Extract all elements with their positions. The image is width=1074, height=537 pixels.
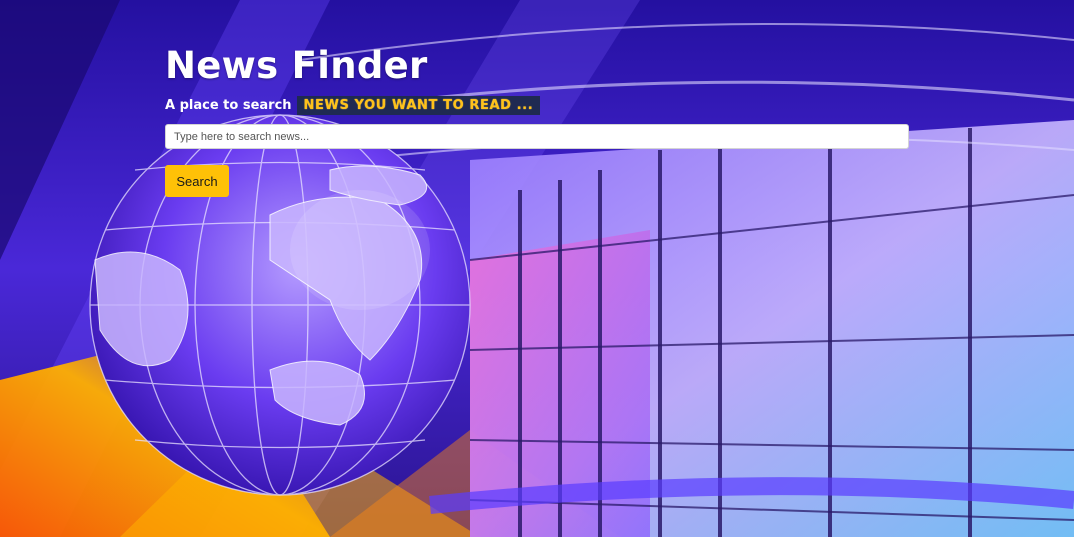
tagline: A place to search NEWS YOU WANT TO READ … bbox=[165, 94, 909, 116]
tagline-lead-text: A place to search bbox=[165, 97, 292, 113]
search-input[interactable] bbox=[165, 124, 909, 149]
page-title: News Finder bbox=[165, 44, 428, 87]
tagline-highlight-badge: NEWS YOU WANT TO READ ... bbox=[296, 95, 541, 115]
search-button[interactable]: Search bbox=[165, 165, 229, 197]
hero-content: News Finder A place to search NEWS YOU W… bbox=[165, 44, 909, 197]
